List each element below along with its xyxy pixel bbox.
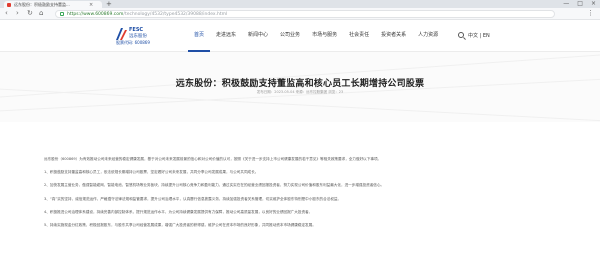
article-paragraph: 远东股份（600869）为有效推动公司未来经营的稳定健康发展，基于对公司未来发展… [44, 157, 382, 161]
article-paragraph: 2、加快发展主营业务，做强智能缆网、智能电池、智慧机场等业务板块，持续提升公司核… [44, 183, 385, 188]
browser-toolbar: ‹ › ↻ ⌂ https://www.600869.com /technolo… [0, 8, 600, 20]
article-content: 远东股份（600869）为有效推动公司未来经营的稳定健康发展，基于对公司未来发展… [36, 156, 566, 235]
article-title: 远东股份：积极鼓励支持董监高和核心员工长期增持公司股票 [175, 79, 425, 89]
article-paragraph: 3、“真”实的坚持，诚信规范运作，严格遵守法律法规和监管要求，提升公司治理水平，… [44, 196, 342, 201]
nav-market-service[interactable]: 市场与服务 [306, 20, 343, 52]
nav-about[interactable]: 走进远东 [210, 20, 242, 52]
close-window-button[interactable]: × [591, 0, 596, 7]
site-header: FESC 远东股份 股票代码: 600869 首页 走进远东 新闻中心 公司业务… [0, 20, 600, 52]
minimize-button[interactable]: — [563, 0, 569, 7]
browser-menu-icon[interactable]: ⋮ [587, 9, 594, 17]
url-host: https://www.600869.com [67, 11, 124, 17]
search-icon[interactable] [458, 32, 464, 38]
nav-social-responsibility[interactable]: 社会责任 [343, 20, 375, 52]
article-meta: 发布日期：2023-05-04 来源：远东控股集团 浏览：23 [256, 90, 344, 94]
tab-close-icon[interactable]: × [89, 2, 93, 8]
main-nav: 首页 走进远东 新闻中心 公司业务 市场与服务 社会责任 投资者关系 人力资源 [188, 20, 444, 52]
nav-news[interactable]: 新闻中心 [242, 20, 274, 52]
address-bar[interactable]: https://www.600869.com /technology/4532/… [55, 10, 555, 18]
nav-hr[interactable]: 人力资源 [412, 20, 444, 52]
forward-button[interactable]: › [16, 9, 19, 17]
site-favicon-icon [7, 2, 11, 7]
tab-title: 远东股份：积极鼓励支持董监... [14, 1, 70, 7]
home-button[interactable]: ⌂ [39, 9, 43, 17]
article-paragraph: 4、积极推进公司治理体系建设，持续完善内部控制体系，提升规范运作水平，为公司持续… [44, 209, 313, 214]
reload-button[interactable]: ↻ [27, 9, 33, 17]
url-path: /technology/4532/type4532/39088/index.ht… [123, 11, 228, 17]
nav-business[interactable]: 公司业务 [274, 20, 306, 52]
stock-code: 股票代码: 600869 [116, 40, 150, 45]
back-button[interactable]: ‹ [5, 9, 8, 17]
site-logo[interactable]: FESC 远东股份 股票代码: 600869 [116, 26, 158, 46]
browser-tab[interactable]: 远东股份：积极鼓励支持董监... × [4, 1, 102, 8]
nav-investor-relations[interactable]: 投资者关系 [375, 20, 412, 52]
language-switch[interactable]: 中文 | EN [468, 32, 490, 39]
new-tab-button[interactable]: + [106, 0, 112, 8]
article-paragraph: 5、持续实施现金分红政策，积极回报股东，与股东共享公司经营发展成果，增强广大投资… [44, 223, 316, 228]
window-controls: — □ × [563, 0, 596, 7]
logo-mark-icon [116, 28, 127, 40]
logo-text-cn: 远东股份 [129, 34, 147, 39]
article-paragraph: 1、积极鼓励支持董监高和核心员工，依法依规长期增持公司股票，坚定看好公司未来发展… [44, 170, 259, 175]
nav-home[interactable]: 首页 [188, 20, 211, 52]
browser-tabbar: 远东股份：积极鼓励支持董监... × + — □ × [0, 0, 600, 8]
maximize-button[interactable]: □ [577, 0, 583, 7]
lock-icon [60, 12, 64, 16]
